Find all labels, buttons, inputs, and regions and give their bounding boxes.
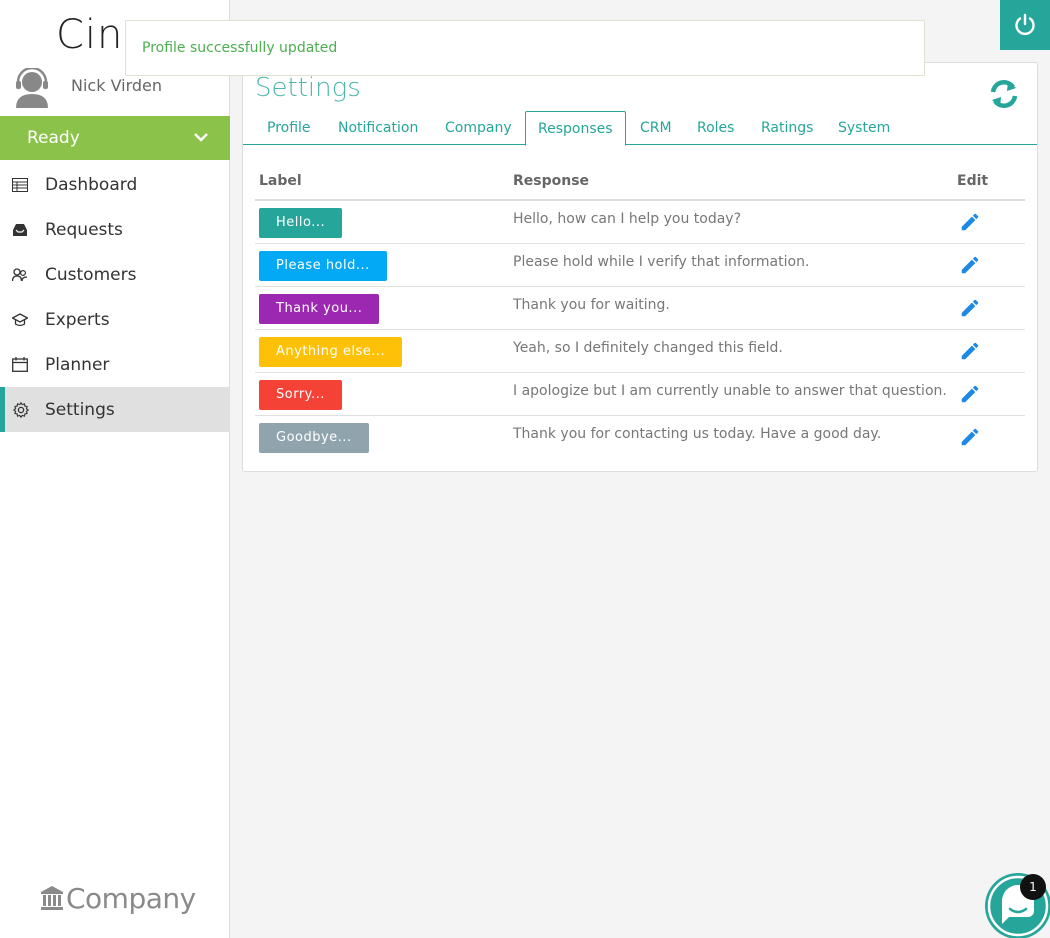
table-row: Please hold... Please hold while I verify… xyxy=(255,244,1025,287)
success-toast: Profile successfully updated xyxy=(125,20,925,76)
sidebar-item-planner[interactable]: Planner xyxy=(0,342,230,387)
column-header-response: Response xyxy=(513,173,590,189)
column-header-edit: Edit xyxy=(957,173,989,189)
response-label-button[interactable]: Sorry... xyxy=(259,380,342,410)
table-row: Goodbye... Thank you for contacting us to… xyxy=(255,416,1025,459)
sidebar-item-label: Experts xyxy=(45,309,110,330)
response-label-button[interactable]: Thank you... xyxy=(259,294,380,324)
tab-ratings[interactable]: Ratings xyxy=(749,111,825,145)
response-text: Hello, how can I help you today? xyxy=(513,211,742,227)
status-label: Ready xyxy=(27,128,80,148)
status-dropdown[interactable]: Ready xyxy=(0,116,230,160)
response-text: I apologize but I am currently unable to… xyxy=(513,383,947,399)
table-row: Sorry... I apologize but I am currently u… xyxy=(255,373,1025,416)
response-text: Please hold while I verify that informat… xyxy=(513,254,810,270)
sidebar-item-dashboard[interactable]: Dashboard xyxy=(0,162,230,207)
response-label-button[interactable]: Goodbye... xyxy=(259,423,369,453)
sidebar-item-label: Customers xyxy=(45,264,137,285)
edit-icon[interactable] xyxy=(959,383,981,405)
logout-button[interactable] xyxy=(1000,0,1050,50)
avatar-icon xyxy=(16,68,48,108)
notification-badge: 1 xyxy=(1020,874,1046,900)
sidebar-item-requests[interactable]: Requests xyxy=(0,207,230,252)
tab-roles[interactable]: Roles xyxy=(685,111,746,145)
users-icon xyxy=(12,267,28,283)
response-label-button[interactable]: Hello... xyxy=(259,208,343,238)
graduation-cap-icon xyxy=(12,312,28,328)
sidebar-item-label: Requests xyxy=(45,219,123,240)
column-header-label: Label xyxy=(259,173,302,189)
calendar-icon xyxy=(12,357,28,373)
company-logo: Company xyxy=(40,880,196,916)
sidebar-nav: Dashboard Requests Customers Experts Pla… xyxy=(0,162,230,432)
gear-icon xyxy=(13,401,29,418)
inbox-icon xyxy=(12,222,28,238)
table-row: Anything else... Yeah, so I definitely ch… xyxy=(255,330,1025,373)
company-logo-text: Company xyxy=(66,881,196,915)
user-name: Nick Virden xyxy=(71,76,163,95)
tab-notification[interactable]: Notification xyxy=(326,111,430,145)
sidebar-item-label: Settings xyxy=(45,399,115,420)
response-text: Yeah, so I definitely changed this field… xyxy=(513,340,783,356)
response-label-button[interactable]: Anything else... xyxy=(259,337,403,367)
response-text: Thank you for contacting us today. Have … xyxy=(513,426,882,442)
sidebar: Cinq Nick Virden Ready Dashboard Request… xyxy=(0,0,230,938)
settings-tabs: Profile Notification Company Responses C… xyxy=(243,111,1037,146)
bank-icon xyxy=(41,886,63,910)
sidebar-item-customers[interactable]: Customers xyxy=(0,252,230,297)
edit-icon[interactable] xyxy=(959,340,981,362)
dashboard-icon xyxy=(12,177,28,193)
edit-icon[interactable] xyxy=(959,211,981,233)
response-label-button[interactable]: Please hold... xyxy=(259,251,387,281)
sidebar-item-label: Dashboard xyxy=(45,174,138,195)
sidebar-item-experts[interactable]: Experts xyxy=(0,297,230,342)
sidebar-item-settings[interactable]: Settings xyxy=(0,387,230,432)
responses-table: Label Response Edit Hello... Hello, how c… xyxy=(255,165,1025,459)
power-icon xyxy=(1015,13,1035,36)
sidebar-item-label: Planner xyxy=(45,354,110,375)
tab-system[interactable]: System xyxy=(826,111,902,145)
tab-crm[interactable]: CRM xyxy=(628,111,684,145)
tab-profile[interactable]: Profile xyxy=(255,111,323,145)
table-header: Label Response Edit xyxy=(255,165,1025,201)
page-title: Settings xyxy=(255,73,361,103)
toast-message: Profile successfully updated xyxy=(142,40,338,56)
chevron-down-icon xyxy=(194,133,208,142)
tab-company[interactable]: Company xyxy=(433,111,524,145)
tab-responses[interactable]: Responses xyxy=(525,111,626,146)
edit-icon[interactable] xyxy=(959,297,981,319)
table-row: Hello... Hello, how can I help you today? xyxy=(255,201,1025,244)
table-row: Thank you... Thank you for waiting. xyxy=(255,287,1025,330)
edit-icon[interactable] xyxy=(959,254,981,276)
settings-card: Settings Profile Notification Company Re… xyxy=(242,62,1038,472)
refresh-icon[interactable] xyxy=(987,77,1021,111)
response-text: Thank you for waiting. xyxy=(513,297,670,313)
edit-icon[interactable] xyxy=(959,426,981,448)
